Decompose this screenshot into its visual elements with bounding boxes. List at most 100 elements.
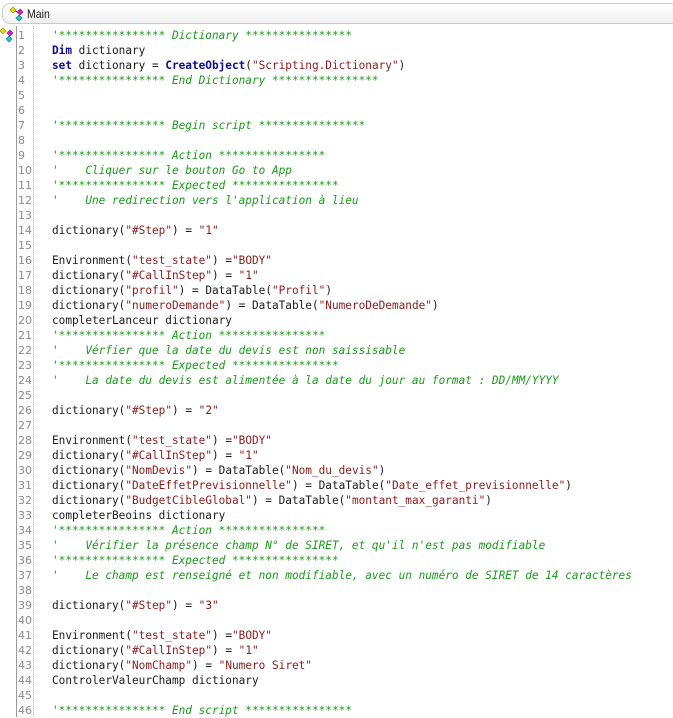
- code-token: ) = DataTable(: [178, 284, 272, 297]
- code-line[interactable]: 19 dictionary("numeroDemande") = DataTabl…: [0, 298, 673, 313]
- tab-main[interactable]: Main: [2, 3, 673, 24]
- code-line[interactable]: 34 '**************** Action *************…: [0, 523, 673, 538]
- code-token: dictionary(: [52, 224, 126, 237]
- code-line[interactable]: 14 dictionary("#Step") = "1": [0, 223, 673, 238]
- code-token: ) = DataTable(: [251, 494, 346, 507]
- code-text: dictionary("#Step") = "1": [52, 223, 219, 238]
- line-number: 40: [18, 614, 32, 627]
- function-token: CreateObject: [165, 59, 246, 72]
- code-line[interactable]: 22 ' Vérfier que la date du devis est non…: [0, 343, 673, 358]
- code-line[interactable]: 35 ' Vérifier la présence champ N° de SIR…: [0, 538, 673, 553]
- code-text: ' Cliquer sur le bouton Go to App: [52, 163, 292, 178]
- code-line[interactable]: 44 ControlerValeurChamp dictionary: [0, 673, 673, 688]
- code-line[interactable]: 38: [0, 583, 673, 598]
- code-line[interactable]: 5: [0, 88, 673, 103]
- string-token: "BudgetCibleGlobal": [125, 494, 252, 507]
- code-line[interactable]: 27: [0, 418, 673, 433]
- line-number: 5: [18, 89, 25, 102]
- code-line[interactable]: 16 Environment("test_state") ="BODY": [0, 253, 673, 268]
- code-line[interactable]: 40: [0, 613, 673, 628]
- code-line[interactable]: 11 '**************** Expected ***********…: [0, 178, 673, 193]
- code-line[interactable]: 36 '**************** Expected ***********…: [0, 553, 673, 568]
- code-line[interactable]: 9 '**************** Action **************…: [0, 148, 673, 163]
- line-number: 30: [18, 464, 32, 477]
- code-token: ) =: [211, 434, 232, 447]
- code-line[interactable]: 7 '**************** Begin script ********…: [0, 118, 673, 133]
- code-line[interactable]: 28 Environment("test_state") ="BODY": [0, 433, 673, 448]
- line-number: 10: [18, 164, 32, 177]
- string-token: "1": [238, 449, 259, 462]
- code-text: dictionary("NomDevis") = DataTable("Nom_…: [52, 463, 385, 478]
- code-line[interactable]: 6: [0, 103, 673, 118]
- code-token: Environment(: [52, 254, 132, 267]
- code-line[interactable]: 30 dictionary("NomDevis") = DataTable("No…: [0, 463, 673, 478]
- code-token: ) =: [211, 449, 239, 462]
- action-diamonds-icon: [9, 6, 24, 22]
- line-number: 42: [18, 644, 32, 657]
- code-line[interactable]: 8: [0, 133, 673, 148]
- code-editor[interactable]: 1 '**************** Dictionary **********…: [0, 26, 673, 717]
- code-text: Environment("test_state") ="BODY": [52, 628, 272, 643]
- comment-token: ' Vérfier que la date du devis est non s…: [52, 344, 406, 357]
- code-line[interactable]: 18 dictionary("profil") = DataTable("Prof…: [0, 283, 673, 298]
- line-number: 7: [18, 119, 25, 132]
- code-text: dictionary("BudgetCibleGlobal") = DataTa…: [52, 493, 492, 508]
- line-number: 45: [18, 689, 32, 702]
- code-line[interactable]: 20 completerLanceur dictionary: [0, 313, 673, 328]
- code-line[interactable]: 4 '**************** End Dictionary ******…: [0, 73, 673, 88]
- code-line[interactable]: 29 dictionary("#CallInStep") = "1": [0, 448, 673, 463]
- string-token: "profil": [125, 284, 179, 297]
- code-line[interactable]: 26 dictionary("#Step") = "2": [0, 403, 673, 418]
- code-line[interactable]: 33 completerBeoins dictionary: [0, 508, 673, 523]
- code-text: ' Vérifier la présence champ N° de SIRET…: [52, 538, 545, 553]
- string-token: "test_state": [131, 434, 212, 447]
- code-line[interactable]: 42 dictionary("#CallInStep") = "1": [0, 643, 673, 658]
- code-token: ) = DataTable(: [225, 299, 319, 312]
- code-line[interactable]: 46 '**************** End script *********…: [0, 703, 673, 718]
- code-line[interactable]: 15: [0, 238, 673, 253]
- string-token: "test_state": [131, 629, 212, 642]
- line-number: 20: [18, 314, 32, 327]
- code-token: ) =: [171, 599, 199, 612]
- code-line[interactable]: 21 '**************** Action *************…: [0, 328, 673, 343]
- code-line[interactable]: 41 Environment("test_state") ="BODY": [0, 628, 673, 643]
- code-line[interactable]: 13: [0, 208, 673, 223]
- string-token: "#Step": [125, 404, 172, 417]
- keyword-token: Dim: [52, 44, 72, 57]
- code-line[interactable]: 2 Dim dictionary: [0, 43, 673, 58]
- string-token: "#CallInStep": [125, 449, 212, 462]
- string-token: "Numero Siret": [218, 659, 312, 672]
- code-line[interactable]: 25: [0, 388, 673, 403]
- line-number: 9: [18, 149, 25, 162]
- string-token: "Profil": [271, 284, 326, 297]
- comment-token: ' Cliquer sur le bouton Go to App: [52, 164, 292, 177]
- code-token: ControlerValeurChamp dictionary: [52, 674, 259, 687]
- code-text: completerBeoins dictionary: [52, 508, 225, 523]
- line-number: 34: [18, 524, 32, 537]
- code-token: dictionary(: [52, 404, 126, 417]
- line-number: 8: [18, 134, 25, 147]
- string-token: "#Step": [125, 599, 172, 612]
- line-number: 46: [18, 704, 32, 717]
- code-line[interactable]: 24 ' La date du devis est alimentée à la …: [0, 373, 673, 388]
- code-line[interactable]: 39 dictionary("#Step") = "3": [0, 598, 673, 613]
- string-token: "1": [198, 224, 219, 237]
- code-line[interactable]: 10 ' Cliquer sur le bouton Go to App: [0, 163, 673, 178]
- code-line[interactable]: 1 '**************** Dictionary **********…: [0, 28, 673, 43]
- code-line[interactable]: 17 dictionary("#CallInStep") = "1": [0, 268, 673, 283]
- code-line[interactable]: 45: [0, 688, 673, 703]
- code-line[interactable]: 12 ' Une redirection vers l'application à…: [0, 193, 673, 208]
- string-token: "#CallInStep": [125, 269, 212, 282]
- code-line[interactable]: 3 set dictionary = CreateObject("Scriptin…: [0, 58, 673, 73]
- code-line[interactable]: 32 dictionary("BudgetCibleGlobal") = Data…: [0, 493, 673, 508]
- code-text: '**************** Action ***************…: [52, 328, 325, 343]
- comment-token: '**************** Action ***************…: [52, 524, 326, 537]
- string-token: "test_state": [131, 254, 212, 267]
- code-text: set dictionary = CreateObject("Scripting…: [52, 58, 405, 73]
- code-line[interactable]: 31 dictionary("DateEffetPrevisionnelle") …: [0, 478, 673, 493]
- code-token: ): [398, 59, 406, 72]
- code-line[interactable]: 37 ' Le champ est renseigné et non modifi…: [0, 568, 673, 583]
- code-line[interactable]: 23 '**************** Expected ***********…: [0, 358, 673, 373]
- string-token: "BODY": [231, 434, 272, 447]
- code-line[interactable]: 43 dictionary("NomChamp") = "Numero Siret…: [0, 658, 673, 673]
